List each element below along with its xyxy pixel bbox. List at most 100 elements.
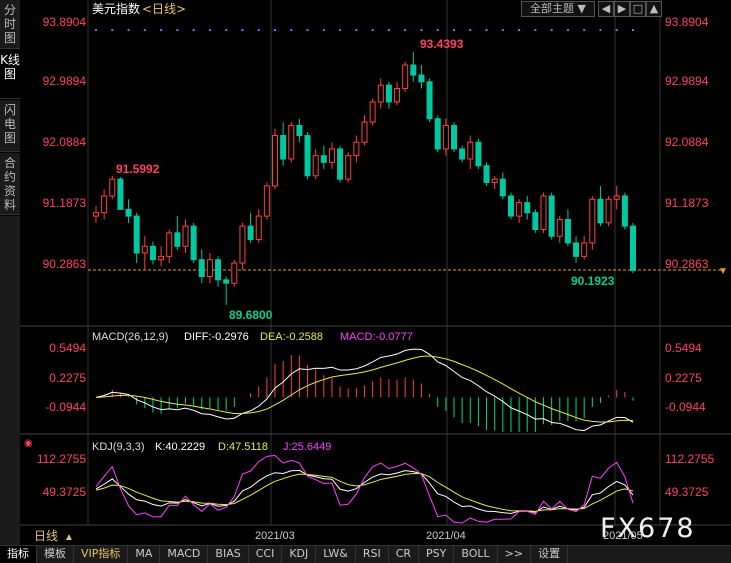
- collapse-button[interactable]: ▲: [646, 1, 662, 17]
- prev-button[interactable]: ◀: [598, 1, 614, 17]
- tab-vip-indicator[interactable]: VIP指标: [74, 546, 129, 563]
- theme-dropdown[interactable]: 全部主题 ▼: [521, 1, 595, 17]
- tab-label: K线图: [0, 53, 20, 81]
- marker-dot: [453, 29, 455, 31]
- price-label: 93.8904: [665, 15, 709, 29]
- candle: [556, 218, 563, 237]
- marker-dot: [420, 29, 423, 31]
- candle: [149, 245, 156, 261]
- candle: [434, 118, 441, 150]
- period-selector[interactable]: 日线: [34, 529, 58, 543]
- macd-histogram: [103, 355, 634, 432]
- period-up-arrow-icon[interactable]: ▲: [64, 532, 74, 543]
- tab-lw[interactable]: LW&: [316, 546, 356, 563]
- kdj-settings-icon[interactable]: ◉: [24, 438, 33, 449]
- candle: [312, 155, 319, 177]
- period-indicator[interactable]: <日线>: [142, 2, 186, 16]
- candle: [540, 195, 547, 231]
- candle: [190, 225, 197, 261]
- marker-dot: [566, 29, 569, 31]
- square-icon: □: [632, 2, 644, 15]
- marker-dot: [274, 29, 276, 31]
- tab-label: 闪电图: [3, 103, 16, 145]
- candle: [215, 259, 222, 281]
- tab-rsi[interactable]: RSI: [356, 546, 389, 563]
- marker-dot: [143, 29, 146, 31]
- candle: [394, 88, 401, 103]
- candle: [296, 124, 303, 137]
- tab-settings[interactable]: 设置: [531, 546, 569, 563]
- marker-dot: [355, 29, 358, 31]
- price-label: 92.0884: [43, 135, 87, 149]
- kdj-label: 49.3725: [43, 485, 87, 499]
- candle: [630, 225, 636, 271]
- macd-value: MACD:-0.0777: [340, 331, 413, 343]
- marker-dot: [518, 29, 521, 31]
- tab-psy[interactable]: PSY: [419, 546, 455, 563]
- price-axis-right: 93.8904 92.9894 92.0884 91.1873 90.2863: [665, 15, 709, 271]
- candle: [621, 195, 628, 227]
- marker-dot: [387, 29, 390, 31]
- kdj-label: 112.2755: [665, 452, 714, 466]
- candle: [377, 84, 384, 103]
- candle: [613, 195, 620, 200]
- tab-indicator[interactable]: 指标: [0, 546, 37, 563]
- macd-label: -0.0944: [45, 400, 86, 414]
- marker-dot: [339, 29, 342, 31]
- price-label: 92.9894: [665, 74, 709, 88]
- kdj-k: K:40.2229: [155, 441, 205, 453]
- candle: [263, 185, 270, 217]
- candles: [93, 52, 636, 305]
- marker-dot: [501, 29, 504, 31]
- price-axis-left: 93.8904 92.9894 92.0884 91.1873 90.2863: [43, 15, 87, 271]
- marker-dot: [550, 29, 553, 31]
- kdj-j: J:25.6449: [283, 441, 331, 453]
- candle: [198, 259, 205, 278]
- candle: [442, 124, 449, 150]
- macd-dea: DEA:-0.2588: [260, 331, 323, 343]
- price-label: 90.2863: [665, 257, 709, 271]
- marker-dot: [208, 29, 211, 31]
- tab-macd[interactable]: MACD: [160, 546, 209, 563]
- next-button[interactable]: ▶: [614, 1, 630, 17]
- candle: [564, 218, 571, 244]
- tab-contract[interactable]: 合约资料: [0, 153, 20, 215]
- marker-dot: [371, 29, 374, 31]
- tab-cr[interactable]: CR: [389, 546, 420, 563]
- candle: [255, 215, 262, 241]
- tab-kline[interactable]: K线图: [0, 50, 20, 99]
- marker-dot: [615, 29, 618, 31]
- high-label: 93.4393: [420, 37, 464, 51]
- marker-dot: [192, 29, 195, 31]
- tab-lightning[interactable]: 闪电图: [0, 100, 20, 152]
- tab-kdj[interactable]: KDJ: [282, 546, 317, 563]
- candle: [467, 141, 474, 160]
- candle: [410, 64, 417, 76]
- candle: [402, 64, 409, 90]
- candle: [239, 225, 246, 264]
- price-label: 93.8904: [43, 15, 87, 29]
- macd-label: 0.2275: [49, 371, 86, 385]
- tab-label: 分时图: [3, 3, 16, 45]
- tab-ma[interactable]: MA: [128, 546, 161, 563]
- marker-dot: [583, 29, 586, 31]
- left-tab-filler: [0, 216, 20, 545]
- tab-template[interactable]: 模板: [37, 546, 74, 563]
- tab-boll[interactable]: BOLL: [454, 546, 498, 563]
- price-label: 91.1873: [43, 196, 87, 210]
- macd-diff: DIFF:-0.2976: [184, 331, 249, 343]
- tab-cci[interactable]: CCI: [249, 546, 283, 563]
- toggle-button[interactable]: □: [630, 1, 646, 17]
- candle: [328, 148, 335, 163]
- tab-more[interactable]: >>: [498, 546, 532, 563]
- tab-timeshare[interactable]: 分时图: [0, 0, 20, 49]
- local-high-label: 91.5992: [116, 162, 160, 176]
- candle: [304, 135, 311, 177]
- tab-bias[interactable]: BIAS: [208, 546, 249, 563]
- marker-dot: [176, 29, 179, 31]
- marker-dot: [290, 29, 293, 31]
- candle: [369, 101, 376, 123]
- candle: [166, 232, 173, 257]
- marker-dot: [160, 29, 163, 31]
- marker-dot: [632, 29, 634, 31]
